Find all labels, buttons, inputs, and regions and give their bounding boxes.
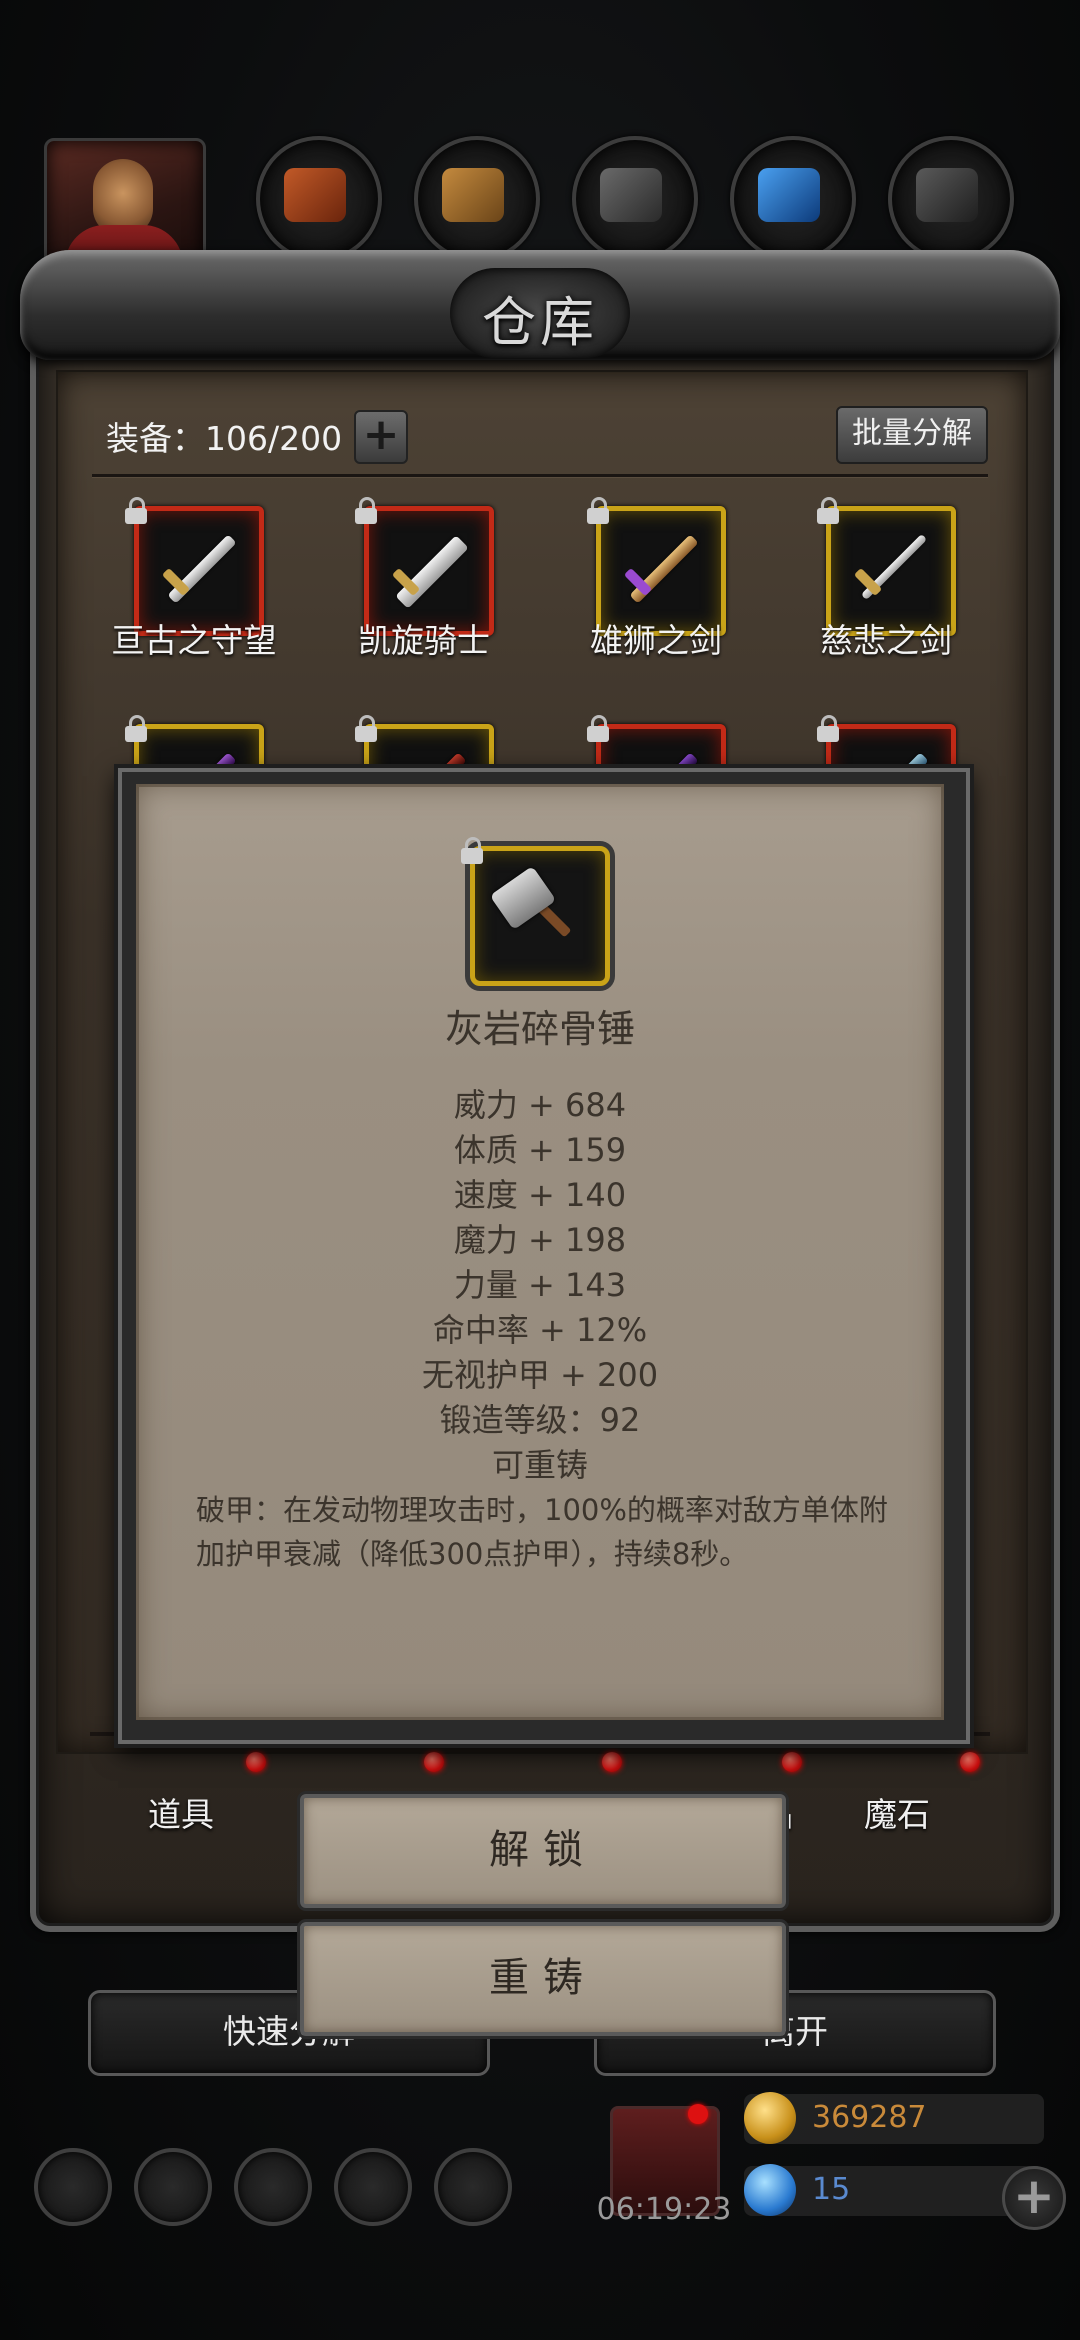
gift-timer: 06:19:23 xyxy=(596,2192,732,2227)
sword-icon xyxy=(167,534,237,604)
hammer-icon xyxy=(489,865,557,931)
lock-icon xyxy=(587,497,609,524)
stat-power: 威力 + 684 xyxy=(453,1086,627,1124)
item-name: 凯旋骑士 xyxy=(358,621,490,660)
ore-icon xyxy=(284,168,346,222)
notification-dot xyxy=(960,1752,980,1772)
tab-magic-stone[interactable]: 魔石 xyxy=(864,1788,930,1836)
resource-slot-ore[interactable] xyxy=(256,136,382,262)
lock-icon xyxy=(355,497,377,524)
resource-slot-iron[interactable] xyxy=(572,136,698,262)
stat-armor-ignore: 无视护甲 + 200 xyxy=(421,1356,659,1394)
guild-icon[interactable] xyxy=(134,2148,212,2226)
lock-icon xyxy=(125,715,147,742)
notification-dot xyxy=(424,1752,444,1772)
gem-amount: 15 xyxy=(812,2172,851,2207)
tab-items[interactable]: 道具 xyxy=(148,1788,214,1836)
iron-icon xyxy=(600,168,662,222)
gold-coin-icon xyxy=(744,2092,796,2144)
panel-title: 仓库 xyxy=(482,291,598,354)
add-currency-button[interactable]: + xyxy=(1002,2166,1066,2230)
equip-capacity-label: 装备：106/200 xyxy=(106,419,343,458)
lock-icon xyxy=(355,715,377,742)
notification-dot xyxy=(782,1752,802,1772)
lock-icon xyxy=(125,497,147,524)
notification-dot xyxy=(246,1752,266,1772)
item-skill-description: 破甲：在发动物理攻击时，100%的概率对敌方单体附加护甲衰减（降低300点护甲）… xyxy=(196,1493,888,1571)
notification-dot xyxy=(602,1752,622,1772)
mail-icon[interactable] xyxy=(334,2148,412,2226)
batch-decompose-button[interactable]: 批量分解 xyxy=(836,406,988,464)
forge-icon[interactable] xyxy=(434,2148,512,2226)
notification-dot xyxy=(688,2104,708,2124)
item-name: 亘古之守望 xyxy=(111,621,277,660)
stat-magic: 魔力 + 198 xyxy=(453,1221,627,1259)
stat-constitution: 体质 + 159 xyxy=(453,1131,627,1169)
item-name: 雄狮之剑 xyxy=(590,621,722,660)
item-name: 慈悲之剑 xyxy=(820,621,952,660)
item-detail-slot xyxy=(461,837,610,986)
reforge-button[interactable]: 重铸 xyxy=(300,1922,786,2036)
lock-icon xyxy=(461,837,483,864)
crystal-icon xyxy=(758,168,820,222)
lock-icon xyxy=(817,497,839,524)
stat-speed: 速度 + 140 xyxy=(453,1176,627,1214)
lion-sword-icon xyxy=(629,534,699,604)
expand-capacity-button[interactable]: + xyxy=(354,410,408,464)
lock-icon xyxy=(817,715,839,742)
resource-slot-wood[interactable] xyxy=(414,136,540,262)
stat-strength: 力量 + 143 xyxy=(453,1266,627,1304)
resource-slot-steel[interactable] xyxy=(888,136,1014,262)
stat-forge-level: 锻造等级：92 xyxy=(439,1401,641,1439)
steel-icon xyxy=(916,168,978,222)
castle-icon[interactable] xyxy=(234,2148,312,2226)
unlock-button[interactable]: 解锁 xyxy=(300,1794,786,1908)
lock-icon xyxy=(587,715,609,742)
settings-icon[interactable] xyxy=(34,2148,112,2226)
header-divider xyxy=(92,474,988,477)
stat-accuracy: 命中率 + 12% xyxy=(432,1311,648,1349)
item-detail-name: 灰岩碎骨锤 xyxy=(444,1007,635,1051)
diamond-icon xyxy=(744,2164,796,2216)
hero-face xyxy=(93,159,153,235)
gold-amount: 369287 xyxy=(812,2100,927,2135)
resource-slot-crystal[interactable] xyxy=(730,136,856,262)
wood-icon xyxy=(442,168,504,222)
greatsword-icon xyxy=(395,535,469,609)
stat-reforgeable: 可重铸 xyxy=(491,1446,588,1484)
